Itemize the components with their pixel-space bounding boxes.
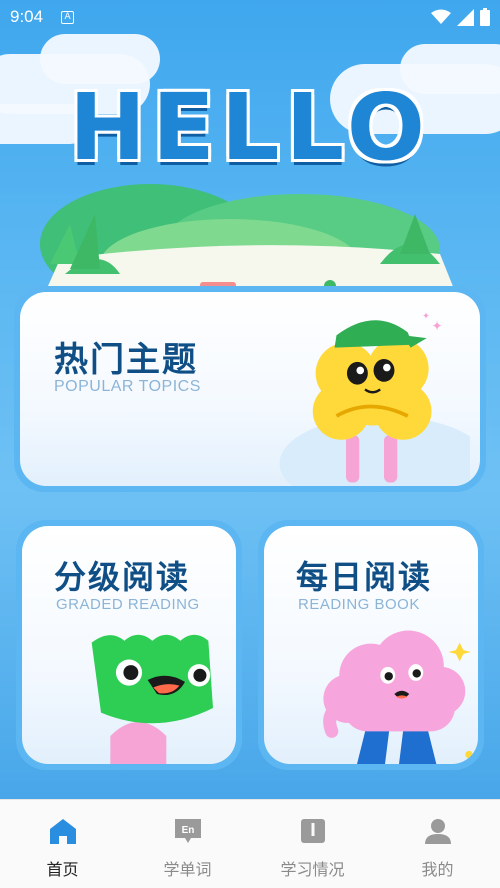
nav-home-label: 首页 (46, 860, 79, 879)
graded-reading-card-body: 分级阅读 GRADED READING (22, 526, 236, 764)
nav-vocabulary-label: 学单词 (163, 860, 212, 879)
popular-topics-subtitle: POPULAR TOPICS (54, 378, 201, 395)
popular-topics-title: 热门主题 (54, 340, 198, 380)
wifi-icon (431, 9, 451, 24)
nav-profile[interactable]: 我的 (375, 800, 500, 888)
nav-vocabulary[interactable]: En 学单词 (125, 800, 250, 888)
hero-banner: HELLO (0, 34, 500, 304)
book-icon (298, 816, 328, 846)
graded-reading-title: 分级阅读 (54, 558, 191, 596)
status-icons (431, 8, 490, 26)
green-monster-character-icon (91, 634, 213, 764)
svg-text:✦: ✦ (422, 311, 430, 322)
pink-cloud-character-icon (323, 630, 473, 764)
notification-icon: A (61, 10, 75, 24)
signal-icon (457, 8, 474, 26)
daily-reading-title: 每日阅读 (296, 558, 433, 596)
status-bar: 9:04 A (0, 0, 500, 34)
bottom-nav: 首页 En 学单词 学习情况 我的 (0, 799, 500, 888)
home-screen: 9:04 A HELLO 热门主题 POPULAR TOPICS ✦ ✦ 分级阅… (0, 0, 500, 888)
nav-home[interactable]: 首页 (0, 800, 125, 888)
battery-icon (480, 8, 490, 26)
graded-reading-subtitle: GRADED READING (56, 596, 200, 613)
status-time: 9:04 (10, 7, 44, 26)
svg-text:✦: ✦ (432, 320, 443, 335)
daily-reading-card-body: 每日阅读 READING BOOK (264, 526, 478, 764)
vocab-bubble-text: En (181, 825, 194, 836)
popular-topics-card[interactable]: 热门主题 POPULAR TOPICS ✦ ✦ (14, 286, 486, 492)
home-icon (48, 816, 78, 846)
popular-topics-card-body: 热门主题 POPULAR TOPICS ✦ ✦ (20, 292, 480, 486)
nav-study-status-label: 学习情况 (280, 860, 345, 879)
nav-study-status[interactable]: 学习情况 (250, 800, 375, 888)
yellow-flower-character-icon: ✦ ✦ (279, 311, 470, 486)
user-icon (423, 816, 453, 846)
nav-profile-label: 我的 (421, 860, 454, 879)
graded-reading-card[interactable]: 分级阅读 GRADED READING (16, 520, 242, 770)
daily-reading-subtitle: READING BOOK (298, 596, 420, 613)
vocab-bubble-icon: En (173, 816, 203, 846)
hello-title: HELLO (68, 74, 432, 181)
daily-reading-card[interactable]: 每日阅读 READING BOOK (258, 520, 484, 770)
